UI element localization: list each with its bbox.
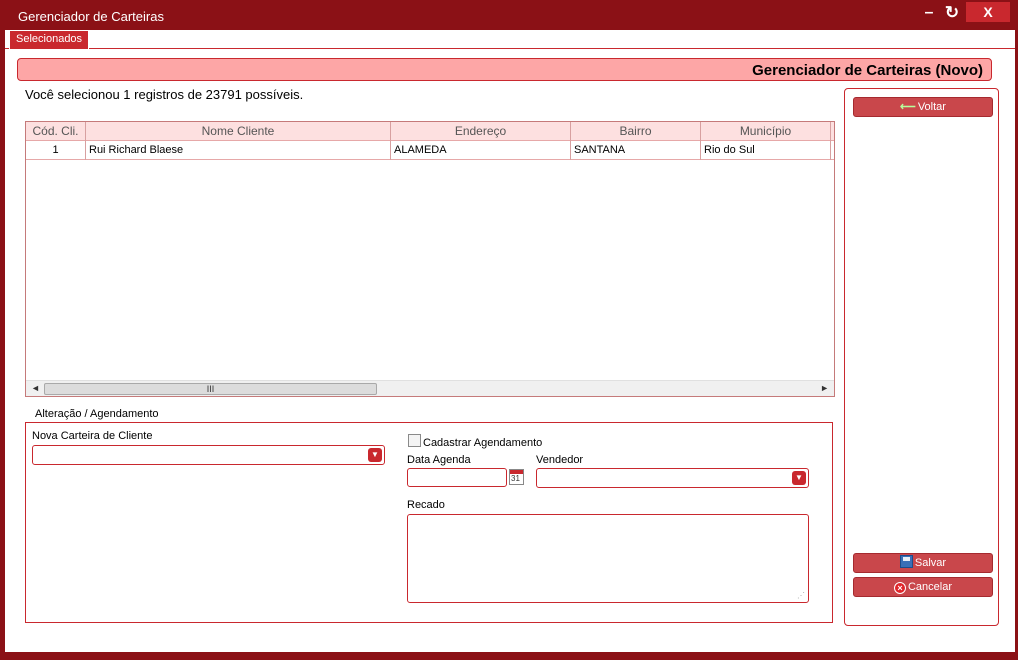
voltar-button[interactable]: ⟵ Voltar — [853, 97, 993, 117]
vendedor-select[interactable]: ▼ — [536, 468, 809, 488]
scroll-thumb[interactable]: III — [44, 383, 377, 395]
save-icon — [899, 555, 913, 568]
page-header: Gerenciador de Carteiras (Novo) — [17, 58, 992, 81]
tab-selecionados[interactable]: Selecionados — [9, 30, 90, 49]
back-arrow-icon: ⟵ — [900, 101, 916, 113]
recado-textarea[interactable]: ⋰ — [407, 514, 809, 603]
calendar-icon[interactable]: 31 — [509, 469, 524, 485]
tab-strip: Selecionados — [5, 30, 1015, 49]
scroll-right-icon[interactable]: ► — [820, 383, 829, 393]
cell-cod-cli: 1 — [26, 141, 86, 160]
resize-grip-icon[interactable]: ⋰ — [797, 591, 805, 600]
cell-bairro: SANTANA — [571, 141, 701, 160]
cadastrar-agendamento-label: Cadastrar Agendamento — [423, 437, 543, 449]
column-header-nome-cliente[interactable]: Nome Cliente — [86, 122, 391, 141]
column-header-cod-cli[interactable]: Cód. Cli. — [26, 122, 86, 141]
client-area: Selecionados Gerenciador de Carteiras (N… — [5, 30, 1015, 652]
data-agenda-label: Data Agenda — [407, 454, 471, 466]
chevron-down-icon[interactable]: ▼ — [792, 471, 806, 485]
cadastrar-agendamento-checkbox[interactable] — [408, 434, 421, 447]
page-title: Gerenciador de Carteiras (Novo) — [752, 62, 983, 79]
app-window: Gerenciador de Carteiras – ↻ X Seleciona… — [0, 0, 1018, 660]
action-panel: ⟵ Voltar Salvar × Cancelar — [844, 88, 999, 626]
selection-count-text: Você selecionou 1 registros de 23791 pos… — [25, 87, 304, 102]
column-header-municipio[interactable]: Município — [701, 122, 831, 141]
salvar-button[interactable]: Salvar — [853, 553, 993, 573]
recado-label: Recado — [407, 499, 445, 511]
cancelar-button[interactable]: × Cancelar — [853, 577, 993, 597]
horizontal-scrollbar[interactable]: ◄ III ► — [26, 380, 834, 396]
group-legend: Alteração / Agendamento — [33, 408, 161, 420]
cell-municipio: Rio do Sul — [701, 141, 831, 160]
data-agenda-input[interactable] — [407, 468, 507, 487]
vendedor-label: Vendedor — [536, 454, 584, 466]
nova-carteira-label: Nova Carteira de Cliente — [32, 430, 153, 442]
nova-carteira-select[interactable]: ▼ — [32, 445, 385, 465]
chevron-down-icon[interactable]: ▼ — [368, 448, 382, 462]
cell-nome-cliente: Rui Richard Blaese — [86, 141, 391, 160]
clients-grid: Cód. Cli. Nome Cliente Endereço Bairro M… — [25, 121, 835, 397]
salvar-label: Salvar — [914, 557, 947, 569]
calendar-day: 31 — [511, 474, 520, 483]
column-header-endereco[interactable]: Endereço — [391, 122, 571, 141]
table-row[interactable]: 1 Rui Richard Blaese ALAMEDA SANTANA Rio… — [26, 141, 834, 160]
minimize-icon[interactable]: – — [921, 4, 937, 24]
cancel-icon: × — [893, 582, 906, 594]
window-title: Gerenciador de Carteiras — [18, 9, 164, 24]
cancelar-label: Cancelar — [907, 581, 953, 593]
refresh-icon[interactable]: ↻ — [942, 3, 962, 23]
voltar-label: Voltar — [917, 101, 946, 113]
column-header-bairro[interactable]: Bairro — [571, 122, 701, 141]
cell-endereco: ALAMEDA — [391, 141, 571, 160]
grid-header: Cód. Cli. Nome Cliente Endereço Bairro M… — [26, 122, 834, 141]
scroll-left-icon[interactable]: ◄ — [31, 383, 40, 393]
close-icon[interactable]: X — [966, 2, 1010, 22]
title-bar: Gerenciador de Carteiras – ↻ X — [0, 0, 1018, 30]
